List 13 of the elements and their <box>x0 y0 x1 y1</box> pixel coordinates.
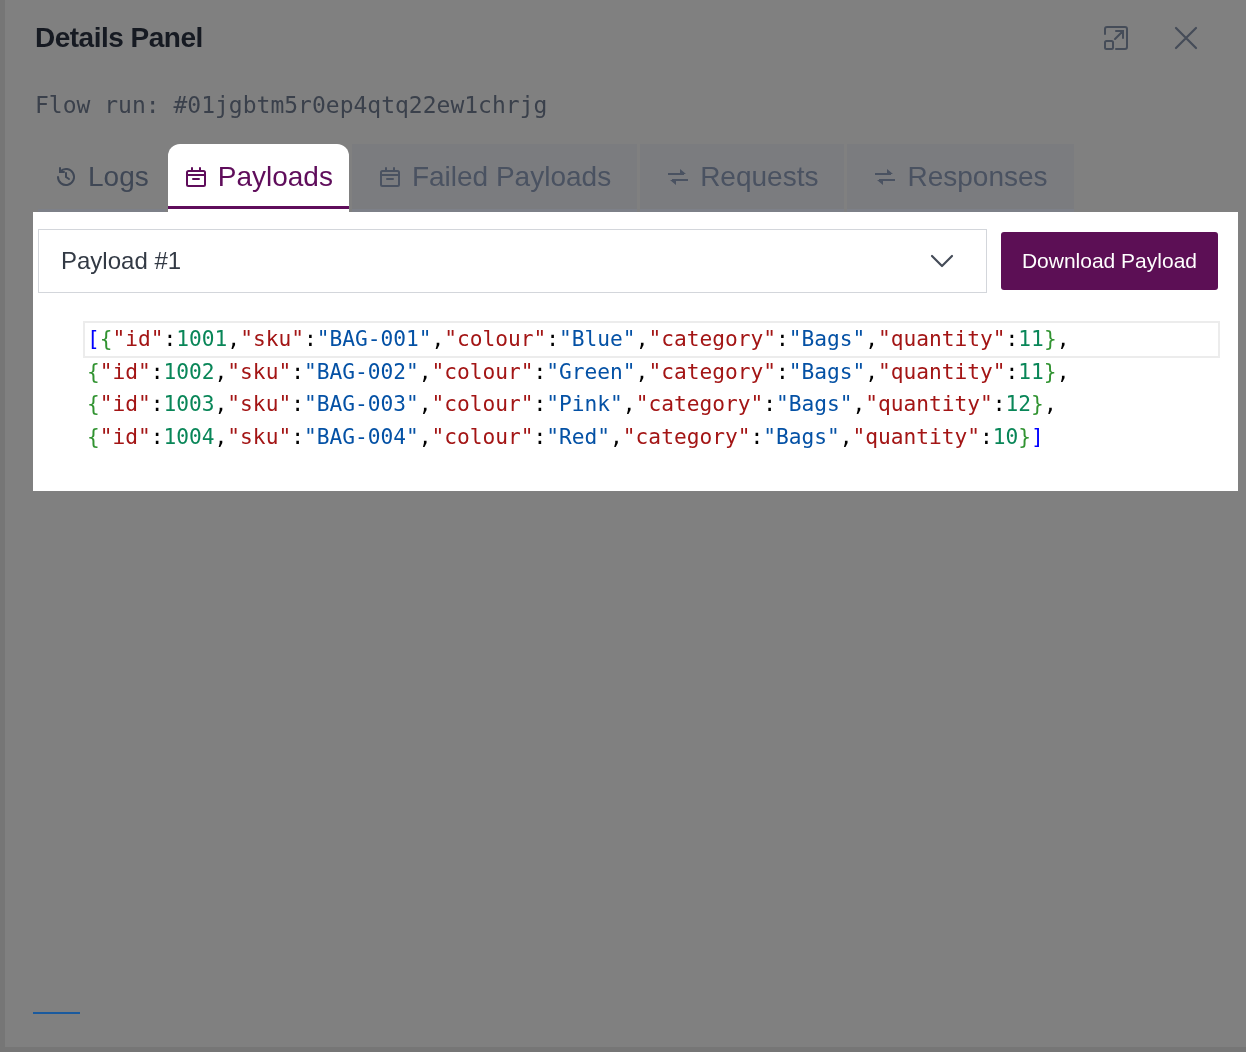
close-icon[interactable] <box>1174 26 1198 50</box>
flow-run-id: Flow run: #01jgbtm5r0ep4qtq22ew1chrjg <box>35 92 549 118</box>
code-line: [{"id":1001,"sku":"BAG-001","colour":"Blue","category":"Bags","quantity":11}, <box>85 323 1218 356</box>
panel-title: Details Panel <box>35 22 203 54</box>
chevron-down-icon <box>929 254 954 268</box>
history-icon <box>54 164 78 189</box>
code-line: {"id":1003,"sku":"BAG-003","colour":"Pink","category":"Bags","quantity":12}, <box>86 390 1058 418</box>
tab[interactable]: Payloads <box>167 144 349 212</box>
code-line: {"id":1004,"sku":"BAG-004","colour":"Red","category":"Bags","quantity":10}] <box>86 422 1045 451</box>
download-payload-button[interactable]: Download Payload <box>1000 232 1218 290</box>
payload-select[interactable]: Payload #1 <box>38 229 987 293</box>
code-line: {"id":1002,"sku":"BAG-002","colour":"Green","category":"Bags","quantity":11}, <box>86 357 1071 386</box>
expand-icon[interactable] <box>1102 24 1130 52</box>
